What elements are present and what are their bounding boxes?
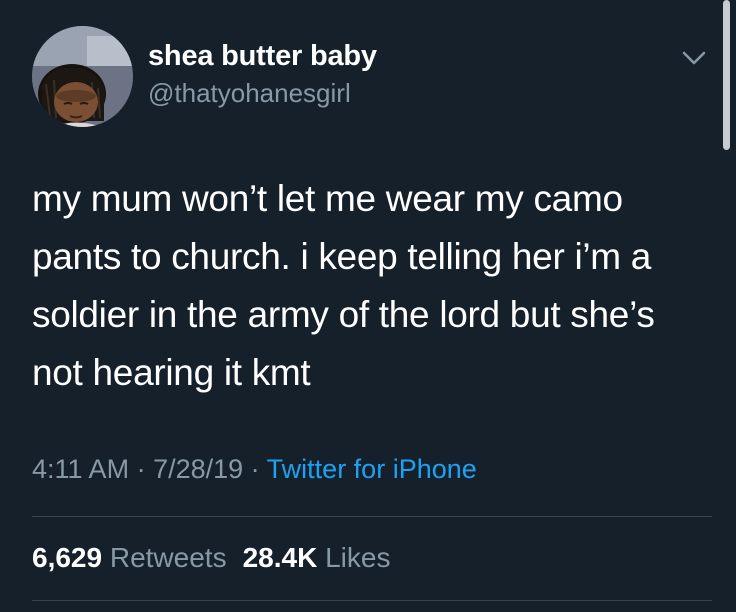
meta-separator: · <box>129 454 154 484</box>
tweet-text-line: soldier in the army of the lord but she’… <box>32 294 655 335</box>
engagement-stats: 6,629 Retweets 28.4K Likes <box>32 542 390 574</box>
tweet-date[interactable]: 7/28/19 <box>153 454 243 484</box>
user-handle[interactable]: @thatyohanesgirl <box>148 78 351 109</box>
tweet-text-line: not hearing it kmt <box>32 352 311 393</box>
meta-separator: · <box>243 454 267 484</box>
scrollbar[interactable] <box>723 0 730 150</box>
tweet-card: shea butter baby @thatyohanesgirl my mum… <box>0 0 736 612</box>
display-name[interactable]: shea butter baby <box>148 40 377 73</box>
retweets-stat[interactable]: 6,629 Retweets <box>32 542 227 573</box>
likes-count: 28.4K <box>242 542 318 573</box>
tweet-text-line: pants to church. i keep telling her i’m … <box>32 236 652 277</box>
tweet-text: my mum won’t let me wear my camo pants t… <box>32 170 712 402</box>
tweet-source-link[interactable]: Twitter for iPhone <box>267 454 477 484</box>
avatar-photo <box>32 26 133 127</box>
tweet-text-line: my mum won’t let me wear my camo <box>32 178 623 219</box>
chevron-down-icon[interactable] <box>680 48 708 68</box>
tweet-time[interactable]: 4:11 AM <box>32 454 129 484</box>
tweet-meta: 4:11 AM · 7/28/19 · Twitter for iPhone <box>32 454 477 485</box>
likes-label: Likes <box>325 542 391 573</box>
divider <box>32 600 712 601</box>
divider <box>32 516 712 517</box>
likes-stat[interactable]: 28.4K Likes <box>243 542 391 573</box>
retweets-label: Retweets <box>109 542 227 573</box>
avatar[interactable] <box>32 26 133 127</box>
retweets-count: 6,629 <box>32 542 103 573</box>
